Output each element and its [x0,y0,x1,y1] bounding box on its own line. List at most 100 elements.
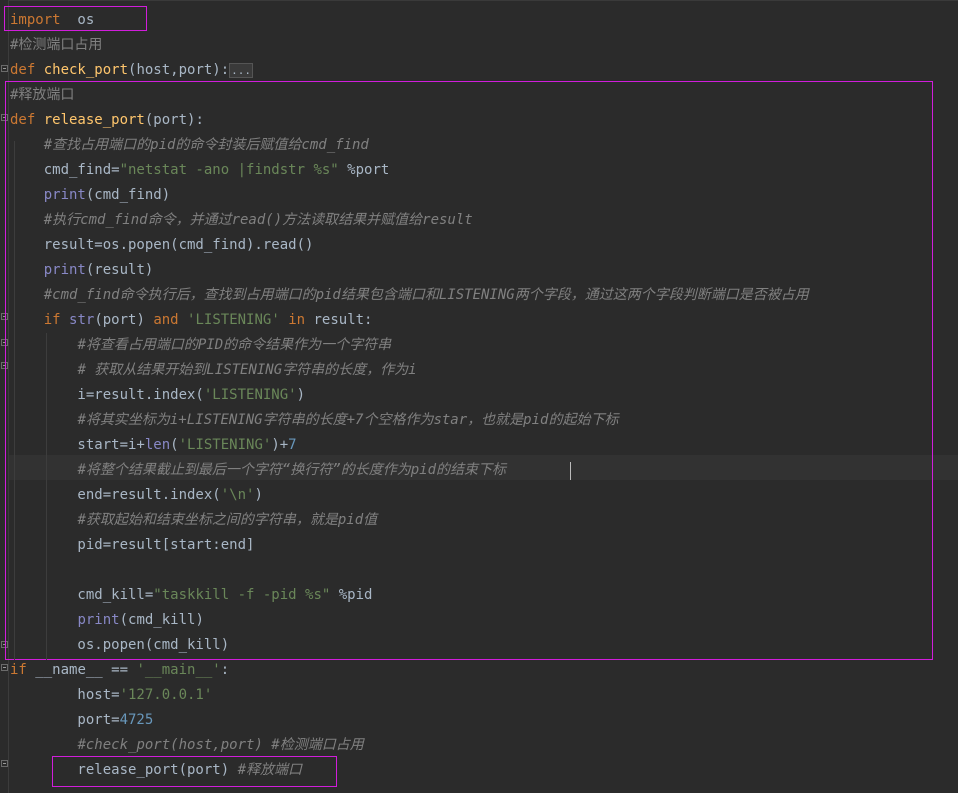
code-line[interactable]: #获取起始和结束坐标之间的字符串，就是pid值 [10,508,377,533]
code-token: #将整个结果截止到最后一个字符“换行符”的长度作为pid的结束下标 [77,462,507,478]
code-token: % [330,587,348,603]
code-line[interactable]: #释放端口 [10,83,74,108]
code-token: ( [170,437,179,453]
code-token: 4725 [119,712,154,728]
code-token: #查找占用端口的pid的命令封装后赋值给cmd_find [43,137,369,153]
code-token: print [43,187,86,203]
code-token: #cmd_find命令执行后，查找到占用端口的pid结果包含端口和LISTENI… [43,287,809,303]
code-token: in [279,312,314,328]
code-line[interactable]: release_port(port) #释放端口 [10,758,302,783]
code-token: #检测端口占用 [10,37,103,53]
code-token: (port) [94,312,154,328]
code-line[interactable]: #执行cmd_find命令，并通过read()方法读取结果并赋值给result [10,208,473,233]
fold-marker[interactable] [1,362,8,369]
code-line[interactable]: print(result) [10,258,154,283]
code-token: #将查看占用端口的PID的命令结果作为一个字符串 [77,337,392,353]
code-line[interactable]: i=result.index('LISTENING') [10,383,305,408]
code-line[interactable]: end=result.index('\n') [10,483,262,508]
code-line[interactable]: #将其实坐标为i+LISTENING字符串的长度+7个空格作为star，也就是p… [10,408,618,433]
code-token: #释放端口 [10,87,75,103]
code-line[interactable]: print(cmd_kill) [10,608,204,633]
folded-code-placeholder[interactable]: ... [229,63,254,78]
code-token: (port): [144,112,204,128]
code-line[interactable]: port=4725 [10,708,153,733]
code-token: (host,port): [128,62,230,78]
code-line[interactable]: print(cmd_find) [10,183,170,208]
code-line[interactable]: result=os.popen(cmd_find).read() [10,233,314,258]
code-token: 'LISTENING' [178,437,272,453]
code-token: cmd_kill= [10,587,154,603]
code-token: #获取起始和结束坐标之间的字符串，就是pid值 [77,512,378,528]
code-token: def [10,112,44,128]
code-token: if [43,312,70,328]
code-token: #check_port(host,port) #检测端口占用 [77,737,364,753]
code-token: #执行cmd_find命令，并通过read()方法读取结果并赋值给result [43,212,473,228]
code-token: pid [347,587,373,603]
code-token: print [43,262,86,278]
code-token: os [60,12,95,28]
code-line[interactable]: start=i+len('LISTENING')+7 [10,433,296,458]
fold-marker[interactable] [1,339,8,346]
code-token: 'LISTENING' [203,387,297,403]
code-line[interactable]: if str(port) and 'LISTENING' in result: [10,308,373,333]
code-token: start=i+ [10,437,145,453]
code-token: "netstat -ano |findstr %s" [119,162,339,178]
code-token: (result) [85,262,154,278]
code-token: len [144,437,171,453]
code-line[interactable]: host='127.0.0.1' [10,683,212,708]
code-token: check_port [43,62,129,78]
code-token: (cmd_find) [85,187,171,203]
code-line[interactable]: def release_port(port): [10,108,204,133]
code-line[interactable]: cmd_find="netstat -ano |findstr %s" %por… [10,158,390,183]
indent-guide [14,141,15,660]
code-line[interactable]: #check_port(host,port) #检测端口占用 [10,733,364,758]
code-line[interactable]: def check_port(host,port):... [10,58,254,83]
code-token: '__main__' [136,662,221,678]
code-token: '\n' [220,487,255,503]
code-token: result=os.popen(cmd_find).read() [10,237,314,253]
code-token: (cmd_kill) [119,612,204,628]
code-line[interactable]: #cmd_find命令执行后，查找到占用端口的pid结果包含端口和LISTENI… [10,283,809,308]
code-token: host= [10,687,120,703]
code-line[interactable]: #将整个结果截止到最后一个字符“换行符”的长度作为pid的结束下标 [10,458,506,483]
code-token: if [10,662,36,678]
fold-marker[interactable] [1,65,8,72]
code-token: release_port [43,112,145,128]
code-line[interactable]: import os [10,8,94,33]
fold-marker[interactable] [1,760,8,767]
code-line[interactable]: #查找占用端口的pid的命令封装后赋值给cmd_find [10,133,369,158]
code-token: : [220,662,230,678]
code-line[interactable]: if __name__ == '__main__': [10,658,229,683]
code-token: % [338,162,356,178]
editor-gutter [0,0,9,793]
code-token: __name__ == [35,662,137,678]
fold-marker[interactable] [1,641,8,648]
code-token: #将其实坐标为i+LISTENING字符串的长度+7个空格作为star，也就是p… [77,412,619,428]
code-line[interactable]: # 获取从结果开始到LISTENING字符串的长度，作为i [10,358,417,383]
code-token: release_port(port) [10,762,238,778]
fold-marker[interactable] [1,664,8,671]
code-token: result: [313,312,373,328]
code-token: os.popen(cmd_kill) [10,637,230,653]
code-token: i=result.index( [10,387,204,403]
fold-marker[interactable] [1,114,8,121]
code-token: import [10,12,61,28]
code-line[interactable]: cmd_kill="taskkill -f -pid %s" %pid [10,583,372,608]
indent-guide [46,333,47,660]
code-line[interactable]: #检测端口占用 [10,33,102,58]
code-line[interactable]: #将查看占用端口的PID的命令结果作为一个字符串 [10,333,391,358]
fold-marker[interactable] [1,313,8,320]
code-token: # 获取从结果开始到LISTENING字符串的长度，作为i [77,362,417,378]
code-line[interactable]: os.popen(cmd_kill) [10,633,229,658]
code-token: def [10,62,44,78]
code-token: port= [10,712,120,728]
